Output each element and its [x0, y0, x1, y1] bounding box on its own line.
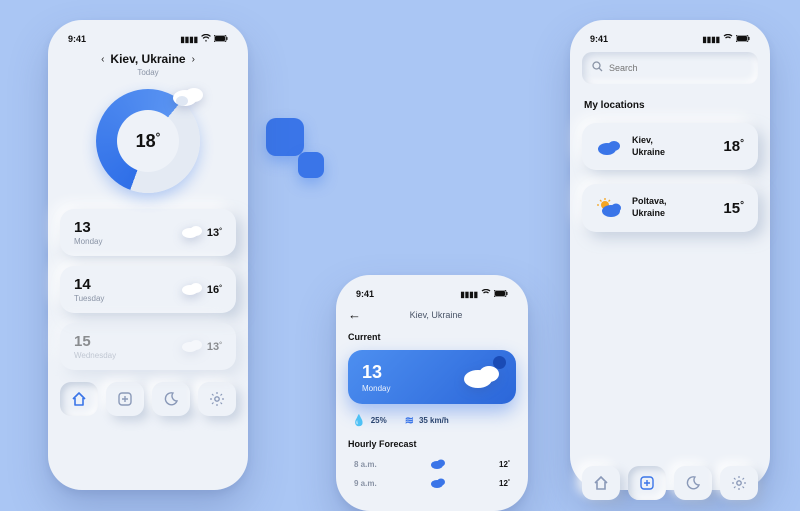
humidity-value: 25%	[371, 416, 387, 425]
cloud-icon	[181, 280, 203, 299]
location-temp: 15°	[723, 200, 744, 217]
temperature-ring: 18°	[60, 89, 236, 193]
tab-home[interactable]	[60, 382, 98, 416]
status-bar: 9:41 ▮▮▮▮	[60, 32, 236, 52]
tab-settings[interactable]	[720, 466, 758, 500]
search-icon	[592, 59, 603, 77]
day-card-wednesday[interactable]: 15 Wednesday 13°	[60, 323, 236, 370]
status-indicators: ▮▮▮▮	[460, 289, 508, 299]
search-input[interactable]	[609, 63, 748, 73]
current-day: Monday	[362, 384, 390, 393]
day-number: 15	[74, 333, 116, 350]
hourly-time: 8 a.m.	[354, 460, 394, 469]
location-card-kiev[interactable]: Kiev,Ukraine 18°	[582, 123, 758, 170]
location-temp: 18°	[723, 138, 744, 155]
tab-bar	[60, 382, 236, 416]
section-title: My locations	[584, 100, 756, 111]
tab-add[interactable]	[106, 382, 144, 416]
status-indicators: ▮▮▮▮	[180, 34, 228, 44]
next-location-button[interactable]: ›	[192, 54, 195, 65]
prev-location-button[interactable]: ‹	[101, 54, 104, 65]
detail-location: Kiev, Ukraine	[369, 310, 503, 320]
decorative-square-small	[298, 152, 324, 178]
tab-home[interactable]	[582, 466, 620, 500]
hourly-time: 9 a.m.	[354, 479, 394, 488]
tab-bar	[582, 466, 758, 500]
wifi-icon	[201, 34, 211, 44]
current-weather-icon	[462, 360, 502, 394]
hourly-row: 9 a.m. 12°	[348, 474, 516, 493]
location-subtitle: Today	[60, 68, 236, 77]
sun-cloud-icon	[596, 198, 622, 218]
wind-value: 35 km/h	[419, 416, 449, 425]
day-name: Monday	[74, 237, 102, 246]
status-time: 9:41	[590, 34, 608, 44]
expand-icon[interactable]	[493, 356, 506, 369]
decorative-square-large	[266, 118, 304, 156]
day-temp: 13°	[207, 227, 222, 239]
droplet-icon: 💧	[352, 414, 366, 427]
status-bar: 9:41 ▮▮▮▮	[348, 287, 516, 307]
current-label: Current	[348, 332, 516, 342]
location-name: Kiev,Ukraine	[632, 135, 713, 158]
hourly-label: Hourly Forecast	[348, 439, 516, 449]
ring-temperature: 18°	[136, 131, 161, 152]
day-name: Wednesday	[74, 351, 116, 360]
humidity-metric: 💧 25%	[352, 414, 387, 427]
day-card-tuesday[interactable]: 14 Tuesday 16°	[60, 266, 236, 313]
battery-icon	[214, 35, 228, 44]
day-card-monday[interactable]: 13 Monday 13°	[60, 209, 236, 256]
location-name: Poltava,Ukraine	[632, 196, 713, 219]
search-box[interactable]	[582, 52, 758, 84]
battery-icon	[494, 290, 508, 299]
tab-settings[interactable]	[198, 382, 236, 416]
hourly-temp: 12°	[482, 460, 510, 469]
detail-header: ← Kiev, Ukraine	[348, 307, 516, 322]
tab-moon[interactable]	[152, 382, 190, 416]
wifi-icon	[723, 34, 733, 44]
status-time: 9:41	[356, 289, 374, 299]
day-name: Tuesday	[74, 294, 104, 303]
back-button[interactable]: ←	[348, 307, 361, 322]
tab-add[interactable]	[628, 466, 666, 500]
status-time: 9:41	[68, 34, 86, 44]
day-temp: 13°	[207, 341, 222, 353]
cloud-icon	[172, 83, 206, 112]
phone-locations: 9:41 ▮▮▮▮ My locations Kiev,Ukraine 18° …	[570, 20, 770, 490]
hourly-temp: 12°	[482, 479, 510, 488]
day-number: 14	[74, 276, 104, 293]
cloud-icon	[430, 458, 446, 471]
location-header: ‹ Kiev, Ukraine › Today	[60, 52, 236, 77]
current-temp: 13	[362, 362, 390, 383]
cloud-icon	[181, 337, 203, 356]
wind-icon: ≋	[405, 414, 414, 427]
battery-icon	[736, 35, 750, 44]
status-indicators: ▮▮▮▮	[702, 34, 750, 44]
metrics-row: 💧 25% ≋ 35 km/h	[348, 404, 516, 439]
tab-moon[interactable]	[674, 466, 712, 500]
day-number: 13	[74, 219, 102, 236]
location-card-poltava[interactable]: Poltava,Ukraine 15°	[582, 184, 758, 231]
current-card[interactable]: 13 Monday	[348, 350, 516, 404]
wifi-icon	[481, 289, 491, 299]
hourly-row: 8 a.m. 12°	[348, 455, 516, 474]
day-temp: 16°	[207, 284, 222, 296]
location-title: Kiev, Ukraine	[110, 52, 185, 66]
signal-icon: ▮▮▮▮	[702, 35, 720, 44]
signal-icon: ▮▮▮▮	[180, 35, 198, 44]
status-bar: 9:41 ▮▮▮▮	[582, 32, 758, 52]
cloud-icon	[181, 223, 203, 242]
wind-metric: ≋ 35 km/h	[405, 414, 449, 427]
signal-icon: ▮▮▮▮	[460, 290, 478, 299]
cloud-icon	[596, 138, 622, 155]
cloud-icon	[430, 477, 446, 490]
phone-home: 9:41 ▮▮▮▮ ‹ Kiev, Ukraine › Today 18° 13	[48, 20, 248, 490]
phone-detail: 9:41 ▮▮▮▮ ← Kiev, Ukraine Current 13 Mon…	[336, 275, 528, 511]
